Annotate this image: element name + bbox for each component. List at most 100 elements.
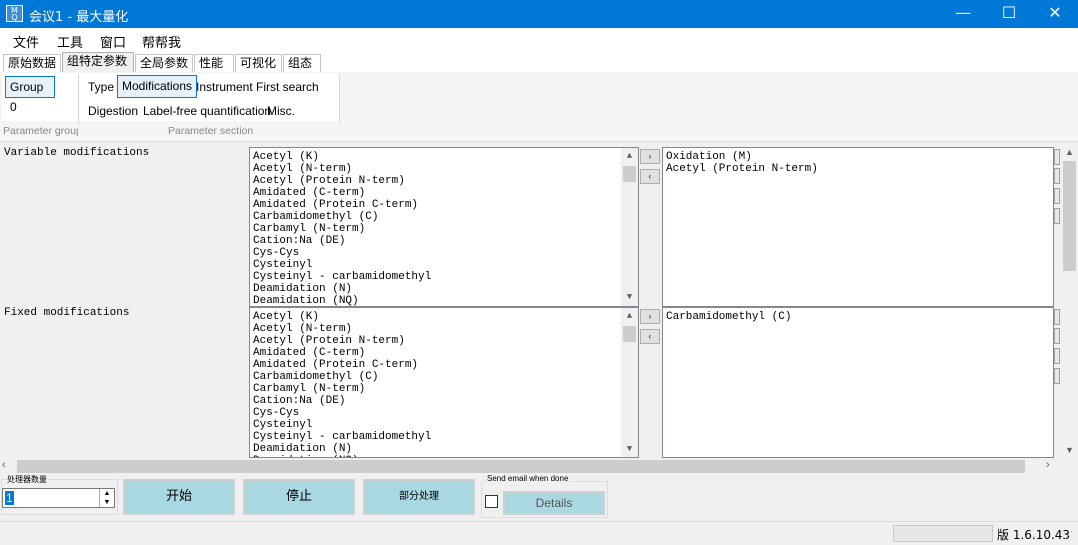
list-item[interactable]: Deamidation (N) xyxy=(253,283,431,295)
section-type-button[interactable]: Type xyxy=(83,76,119,98)
stop-button[interactable]: 停止 xyxy=(243,479,355,515)
resize-grip-icon[interactable]: ⋰ xyxy=(1064,530,1076,542)
section-digestion-button[interactable]: Digestion xyxy=(83,100,143,122)
list-item[interactable]: Carbamidomethyl (C) xyxy=(253,211,431,223)
side-button[interactable] xyxy=(1054,368,1060,384)
remove-fixed-mod-button[interactable]: ‹ xyxy=(640,329,660,344)
scroll-thumb[interactable] xyxy=(623,326,636,342)
email-group-label: Send email when done xyxy=(486,474,570,483)
spin-up-icon[interactable]: ▲ xyxy=(99,489,114,498)
scroll-down-icon[interactable]: ▼ xyxy=(1061,443,1078,458)
list-item[interactable]: Acetyl (N-term) xyxy=(253,163,431,175)
menu-file[interactable]: 文件 xyxy=(13,32,39,51)
list-item[interactable]: Cys-Cys xyxy=(253,407,431,419)
menu-bar: 文件 工具 窗口 帮帮我 xyxy=(0,28,1078,52)
scroll-left-icon[interactable]: ‹ xyxy=(2,459,16,471)
close-button[interactable]: ✕ xyxy=(1032,0,1078,28)
list-item[interactable]: Acetyl (Protein N-term) xyxy=(253,175,431,187)
main-horizontal-scrollbar[interactable]: ‹ › xyxy=(0,458,1078,475)
processors-label: 处理器数量 xyxy=(6,474,48,485)
side-button[interactable] xyxy=(1054,188,1060,204)
list-item[interactable]: Acetyl (N-term) xyxy=(253,323,431,335)
side-button[interactable] xyxy=(1054,309,1060,325)
list-item[interactable]: Cation:Na (DE) xyxy=(253,395,431,407)
scroll-up-icon[interactable]: ▲ xyxy=(621,309,638,324)
menu-window[interactable]: 窗口 xyxy=(100,32,126,51)
list-item[interactable]: Carbamyl (N-term) xyxy=(253,223,431,235)
tab-raw-data[interactable]: 原始数据 xyxy=(3,54,61,72)
section-modifications-button[interactable]: Modifications xyxy=(117,75,198,98)
scroll-up-icon[interactable]: ▲ xyxy=(1061,145,1078,160)
title-bar: M Q 会议1 - 最大量化 — ☐ ✕ xyxy=(0,0,1078,28)
status-bar: 版 1.6.10.43 ⋰ xyxy=(0,521,1078,545)
list-item[interactable]: Cysteinyl - carbamidomethyl xyxy=(253,431,431,443)
send-email-checkbox[interactable] xyxy=(485,495,498,508)
list-item[interactable]: Carbamyl (N-term) xyxy=(253,383,431,395)
variable-mods-scrollbar[interactable]: ▲ ▼ xyxy=(621,148,638,306)
fixed-mods-scrollbar[interactable]: ▲ ▼ xyxy=(621,308,638,457)
section-first-search-button[interactable]: First search xyxy=(251,76,324,98)
fixed-mods-available-list[interactable]: Acetyl (K) Acetyl (N-term) Acetyl (Protein… xyxy=(249,307,639,458)
list-item[interactable]: Amidated (C-term) xyxy=(253,187,431,199)
parameter-group-label: Parameter group xyxy=(3,125,78,137)
minimize-button[interactable]: — xyxy=(940,0,986,28)
menu-help[interactable]: 帮帮我 xyxy=(142,32,181,51)
app-icon: M Q xyxy=(6,5,23,22)
list-item[interactable]: Cysteinyl xyxy=(253,259,431,271)
list-item[interactable]: Acetyl (K) xyxy=(253,311,431,323)
tab-global-params[interactable]: 全局参数 xyxy=(135,54,193,72)
processors-value[interactable]: 1 xyxy=(5,491,14,505)
list-item[interactable]: Cys-Cys xyxy=(253,247,431,259)
list-item[interactable]: Oxidation (M) xyxy=(666,151,818,163)
list-item[interactable]: Amidated (Protein C-term) xyxy=(253,199,431,211)
menu-tools[interactable]: 工具 xyxy=(57,32,83,51)
section-lfq-button[interactable]: Label-free quantification xyxy=(138,100,276,122)
parameter-section-label: Parameter section xyxy=(168,125,254,137)
list-item[interactable]: Carbamidomethyl (C) xyxy=(253,371,431,383)
scroll-thumb[interactable] xyxy=(17,460,1025,473)
details-button[interactable]: Details xyxy=(503,491,605,515)
list-item[interactable]: Acetyl (K) xyxy=(253,151,431,163)
fixed-mods-label: Fixed modifications xyxy=(4,307,130,319)
list-item[interactable]: Acetyl (Protein N-term) xyxy=(253,335,431,347)
list-item[interactable]: Amidated (Protein C-term) xyxy=(253,359,431,371)
group-0-button[interactable]: Group 0 xyxy=(5,76,55,114)
side-button[interactable] xyxy=(1054,149,1060,165)
add-fixed-mod-button[interactable]: › xyxy=(640,309,660,324)
side-button[interactable] xyxy=(1054,208,1060,224)
add-variable-mod-button[interactable]: › xyxy=(640,149,660,164)
tab-performance[interactable]: 性能 xyxy=(194,54,234,72)
side-button[interactable] xyxy=(1054,168,1060,184)
processors-spinner[interactable]: 1 ▲ ▼ xyxy=(2,488,115,508)
list-item[interactable]: Carbamidomethyl (C) xyxy=(666,311,791,323)
section-instrument-button[interactable]: Instrument xyxy=(191,76,258,98)
variable-mods-selected-list[interactable]: Oxidation (M) Acetyl (Protein N-term) xyxy=(662,147,1054,307)
side-button[interactable] xyxy=(1054,348,1060,364)
scroll-down-icon[interactable]: ▼ xyxy=(621,290,638,305)
remove-variable-mod-button[interactable]: ‹ xyxy=(640,169,660,184)
tab-group-params[interactable]: 组特定参数 xyxy=(62,52,134,72)
maximize-button[interactable]: ☐ xyxy=(986,0,1032,28)
list-item[interactable]: Deamidation (N) xyxy=(253,443,431,455)
scroll-thumb[interactable] xyxy=(1063,161,1076,271)
list-item[interactable]: Cysteinyl xyxy=(253,419,431,431)
main-vertical-scrollbar[interactable]: ▲ ▼ xyxy=(1061,143,1078,458)
tab-visualization[interactable]: 可视化 xyxy=(235,54,282,72)
variable-mods-available-list[interactable]: Acetyl (K) Acetyl (N-term) Acetyl (Protein… xyxy=(249,147,639,307)
section-misc-button[interactable]: Misc. xyxy=(262,100,300,122)
fixed-mods-selected-list[interactable]: Carbamidomethyl (C) xyxy=(662,307,1054,458)
list-item[interactable]: Amidated (C-term) xyxy=(253,347,431,359)
side-button[interactable] xyxy=(1054,328,1060,344)
scroll-up-icon[interactable]: ▲ xyxy=(621,149,638,164)
list-item[interactable]: Cysteinyl - carbamidomethyl xyxy=(253,271,431,283)
list-item[interactable]: Cation:Na (DE) xyxy=(253,235,431,247)
spin-down-icon[interactable]: ▼ xyxy=(99,498,114,507)
tab-configuration[interactable]: 组态 xyxy=(283,54,321,72)
start-button[interactable]: 开始 xyxy=(123,479,235,515)
scroll-thumb[interactable] xyxy=(623,166,636,182)
scroll-down-icon[interactable]: ▼ xyxy=(621,442,638,457)
scroll-right-icon[interactable]: › xyxy=(1046,459,1060,471)
partial-processing-button[interactable]: 部分处理 xyxy=(363,479,475,515)
list-item[interactable]: Acetyl (Protein N-term) xyxy=(666,163,818,175)
list-item[interactable]: Deamidation (NQ) xyxy=(253,295,431,306)
